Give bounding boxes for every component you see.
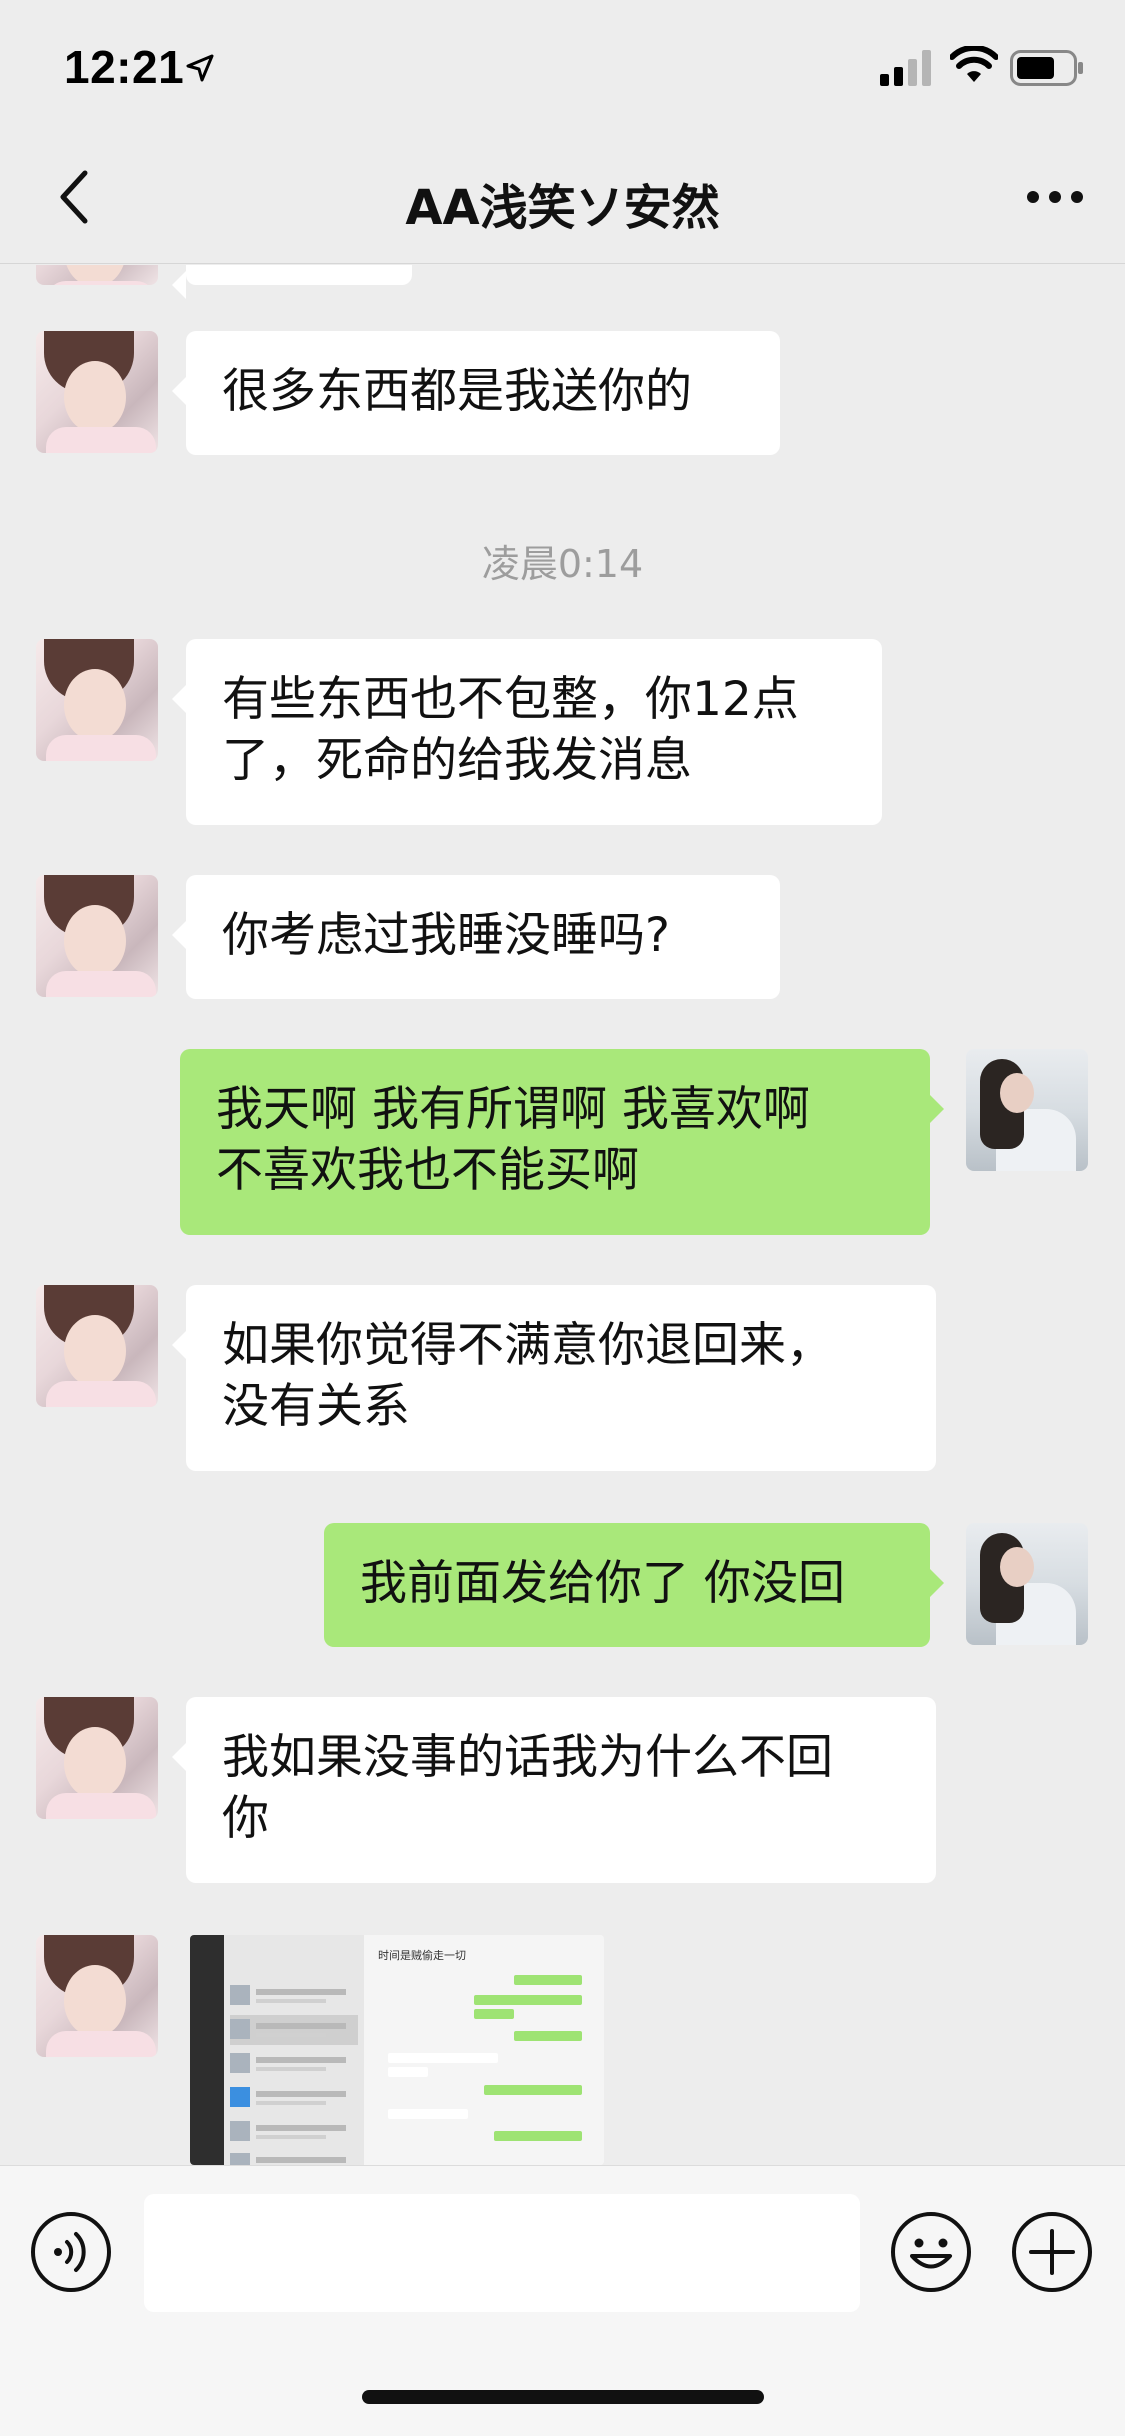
more-dots-icon <box>1027 191 1083 203</box>
message-bubble-received[interactable]: 我如果没事的话我为什么不回 你 <box>172 1697 936 1883</box>
more-button[interactable] <box>1015 162 1095 232</box>
message-bubble-received[interactable]: 你考虑过我睡没睡吗? <box>172 875 780 999</box>
plus-icon[interactable] <box>1011 2211 1093 2293</box>
message-text: 你考虑过我睡没睡吗? <box>222 908 670 963</box>
chat-area[interactable]: 很多东西都是我送你的 凌晨0:14 有些东西也不包整，你12点 了，死命的给我发… <box>0 265 1125 2165</box>
message-bubble-sent[interactable]: 我天啊 我有所谓啊 我喜欢啊 不喜欢我也不能买啊 <box>180 1049 944 1235</box>
message-bubble-received[interactable]: 如果你觉得不满意你退回来， 没有关系 <box>172 1285 936 1471</box>
self-avatar[interactable] <box>966 1049 1088 1171</box>
voice-icon[interactable] <box>30 2211 112 2293</box>
contact-avatar[interactable] <box>36 1697 158 1819</box>
partial-message-bubble <box>172 265 412 299</box>
message-input[interactable] <box>144 2194 860 2312</box>
message-bubble-received[interactable]: 有些东西也不包整，你12点 了，死命的给我发消息 <box>172 639 882 825</box>
self-avatar[interactable] <box>966 1523 1088 1645</box>
contact-avatar[interactable] <box>36 639 158 761</box>
thumb-chat-title: 时间是贼偷走一切 <box>378 1949 466 1962</box>
timestamp: 凌晨0:14 <box>481 542 644 586</box>
message-text: 我前面发给你了 你没回 <box>360 1556 845 1611</box>
thumb-sidebar <box>190 1935 224 2165</box>
message-text-line: 我如果没事的话我为什么不回 <box>222 1730 833 1785</box>
message-text: 很多东西都是我送你的 <box>222 364 692 419</box>
contact-avatar[interactable] <box>36 331 158 453</box>
message-bubble-sent[interactable]: 我前面发给你了 你没回 <box>324 1523 944 1647</box>
chat-title: AA浅笑ソ安然 <box>405 180 720 236</box>
message-text-line: 如果你觉得不满意你退回来， <box>222 1318 833 1373</box>
message-text-line: 了，死命的给我发消息 <box>222 733 692 788</box>
message-text-line: 有些东西也不包整，你12点 <box>222 672 799 727</box>
signal-icon <box>880 50 931 86</box>
nav-bar: AA浅笑ソ安然 <box>0 132 1125 264</box>
home-indicator[interactable] <box>362 2390 764 2404</box>
message-text-line: 不喜欢我也不能买啊 <box>216 1143 639 1198</box>
screenshot-image-message[interactable]: 时间是贼偷走一切 <box>190 1935 604 2165</box>
location-arrow-icon <box>186 54 214 82</box>
status-bar: 12:21 <box>0 0 1125 132</box>
contact-avatar[interactable] <box>36 1935 158 2057</box>
message-text-line: 你 <box>222 1791 269 1846</box>
status-time: 12:21 <box>64 41 185 93</box>
thumb-chat-list <box>224 1935 364 2165</box>
contact-avatar[interactable] <box>36 265 158 285</box>
battery-icon <box>1010 50 1083 86</box>
contact-avatar[interactable] <box>36 875 158 997</box>
emoji-icon[interactable] <box>890 2211 972 2293</box>
contact-avatar[interactable] <box>36 1285 158 1407</box>
wifi-icon <box>950 46 998 82</box>
thumb-chat-pane: 时间是贼偷走一切 <box>364 1935 604 2165</box>
message-text-line: 我天啊 我有所谓啊 我喜欢啊 <box>216 1082 810 1137</box>
message-bubble-received[interactable]: 很多东西都是我送你的 <box>172 331 780 455</box>
message-text-line: 没有关系 <box>222 1379 410 1434</box>
